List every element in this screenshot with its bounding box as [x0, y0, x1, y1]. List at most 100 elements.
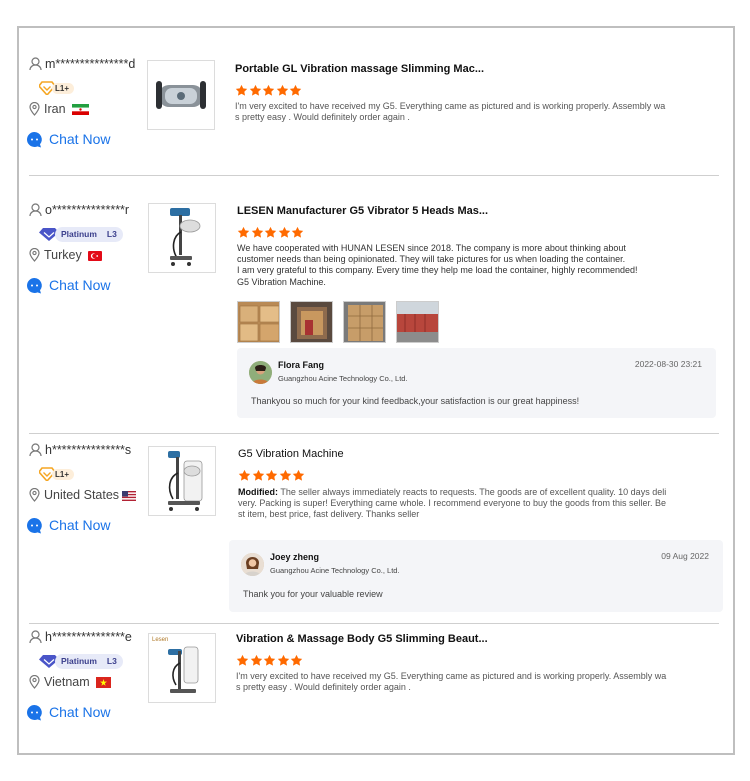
buyer-info: o***************r Platinum L3 Turkey Chat…: [26, 202, 149, 294]
review-text-line: We have cooperated with HUNAN LESEN sinc…: [237, 243, 626, 253]
divider: [29, 433, 719, 434]
location-pin-icon: [29, 248, 40, 262]
product-thumbnail[interactable]: [148, 446, 216, 516]
buyer-name-row: o***************r: [29, 202, 149, 218]
star-icon: [292, 469, 305, 482]
star-icon: [262, 84, 275, 97]
level-label: L1+: [52, 468, 75, 480]
star-icon: [264, 226, 277, 239]
buyer-country: United States: [29, 487, 149, 503]
buyer-country: Iran: [29, 101, 149, 117]
vibration-machine-image: [168, 451, 203, 511]
divider: [29, 623, 719, 624]
buyer-name: h***************e: [45, 630, 132, 644]
buyer-name-row: m***************d: [29, 56, 149, 72]
star-icon: [277, 654, 290, 667]
review-text-fragment: The seller always immediately reacts to …: [278, 487, 667, 497]
reviews-panel: m***************d L1+ Iran Chat Now Port…: [17, 26, 735, 755]
reply-text: Thank you for your valuable review: [243, 589, 383, 599]
review-text: We have cooperated with HUNAN LESEN sinc…: [237, 243, 682, 288]
star-icon: [237, 226, 250, 239]
vibration-machine-image: [170, 208, 201, 266]
star-icon: [291, 226, 304, 239]
chat-bubble-icon: [26, 517, 43, 534]
product-title[interactable]: G5 Vibration Machine: [238, 448, 708, 462]
reply-header: Joey zheng Guangzhou Acine Technology Co…: [241, 552, 400, 576]
reply-text: Thankyou so much for your kind feedback,…: [251, 396, 580, 406]
review-text-line: G5 Vibration Machine.: [237, 276, 326, 287]
location-pin-icon: [29, 675, 40, 689]
country-name: United States: [44, 488, 120, 502]
chat-bubble-icon: [26, 704, 43, 721]
chat-now-button[interactable]: Chat Now: [26, 703, 149, 721]
review-text: Modified: The seller always immediately …: [238, 487, 683, 521]
platinum-tag: Platinum L3: [55, 226, 123, 242]
chat-now-label: Chat Now: [49, 277, 111, 293]
review-text: I'm very excited to have received my G5.…: [235, 101, 680, 123]
divider: [29, 175, 719, 176]
product-thumbnail[interactable]: Lesen: [148, 633, 216, 703]
level-badge: L1+: [39, 466, 149, 482]
chat-now-button[interactable]: Chat Now: [26, 276, 149, 294]
review-text-line: Modified: The seller always immediately …: [238, 487, 683, 498]
star-icon: [238, 469, 251, 482]
level-label: L3: [106, 229, 117, 239]
iran-flag-icon: [71, 103, 89, 115]
chat-now-button[interactable]: Chat Now: [26, 130, 149, 148]
review-text-line: s pretty easy . Would definitely order a…: [236, 682, 411, 693]
massage-machine-image: [156, 81, 206, 109]
level-label: L3: [106, 656, 117, 666]
product-thumbnail[interactable]: [148, 203, 216, 273]
star-icon: [289, 84, 302, 97]
boxes-photo-1[interactable]: [237, 300, 280, 343]
star-icon: [290, 654, 303, 667]
rating-stars: [235, 84, 705, 97]
review-text-line: I'm very excited to have received my G5.…: [235, 101, 666, 111]
level-name: Platinum: [61, 656, 97, 666]
rating-stars: [236, 654, 706, 667]
replier-name: Joey zheng: [270, 552, 320, 562]
level-name: Platinum: [61, 229, 97, 239]
location-pin-icon: [29, 488, 40, 502]
buyer-name: m***************d: [45, 57, 136, 71]
star-icon: [236, 654, 249, 667]
buyer-name: h***************s: [45, 443, 132, 457]
star-icon: [276, 84, 289, 97]
country-name: Iran: [44, 102, 66, 116]
chat-now-button[interactable]: Chat Now: [26, 516, 149, 534]
seller-reply: Flora Fang Guangzhou Acine Technology Co…: [237, 348, 716, 418]
location-pin-icon: [29, 102, 40, 116]
review-body: G5 Vibration Machine Modified: The selle…: [238, 448, 708, 521]
review-text-line: very. Packing is super! Everything came …: [238, 498, 667, 509]
chat-bubble-icon: [26, 277, 43, 294]
star-icon: [250, 654, 263, 667]
boxes-photo-2[interactable]: [343, 300, 386, 343]
star-icon: [249, 84, 262, 97]
review-text-line: customer needs than being opinionated. T…: [237, 254, 626, 265]
star-icon: [251, 226, 264, 239]
star-icon: [252, 469, 265, 482]
brand-logo: Lesen: [152, 637, 169, 643]
level-badge: Platinum L3: [39, 653, 149, 669]
buyer-country: Vietnam: [29, 674, 149, 690]
seller-reply: Joey zheng Guangzhou Acine Technology Co…: [229, 540, 723, 612]
reply-date: 09 Aug 2022: [661, 551, 709, 561]
rating-stars: [237, 226, 707, 239]
platinum-tag: Platinum L3: [55, 653, 123, 669]
product-title[interactable]: Vibration & Massage Body G5 Slimming Bea…: [236, 633, 706, 647]
product-thumbnail[interactable]: [147, 60, 215, 130]
product-title[interactable]: LESEN Manufacturer G5 Vibrator 5 Heads M…: [237, 205, 707, 219]
avatar: [241, 553, 264, 576]
buyer-name: o***************r: [45, 203, 130, 217]
star-icon: [235, 84, 248, 97]
review-photos: [237, 300, 707, 343]
turkey-flag-icon: [87, 250, 105, 261]
level-badge: Platinum L3: [39, 226, 149, 242]
container-photo[interactable]: [290, 300, 333, 343]
product-title[interactable]: Portable GL Vibration massage Slimming M…: [235, 63, 705, 77]
rating-stars: [238, 469, 708, 482]
truck-photo[interactable]: [396, 300, 439, 343]
level-label: L1+: [52, 82, 75, 94]
review-text-line: s pretty easy . Would definitely order a…: [235, 112, 410, 123]
buyer-info: m***************d L1+ Iran Chat Now: [26, 56, 149, 148]
